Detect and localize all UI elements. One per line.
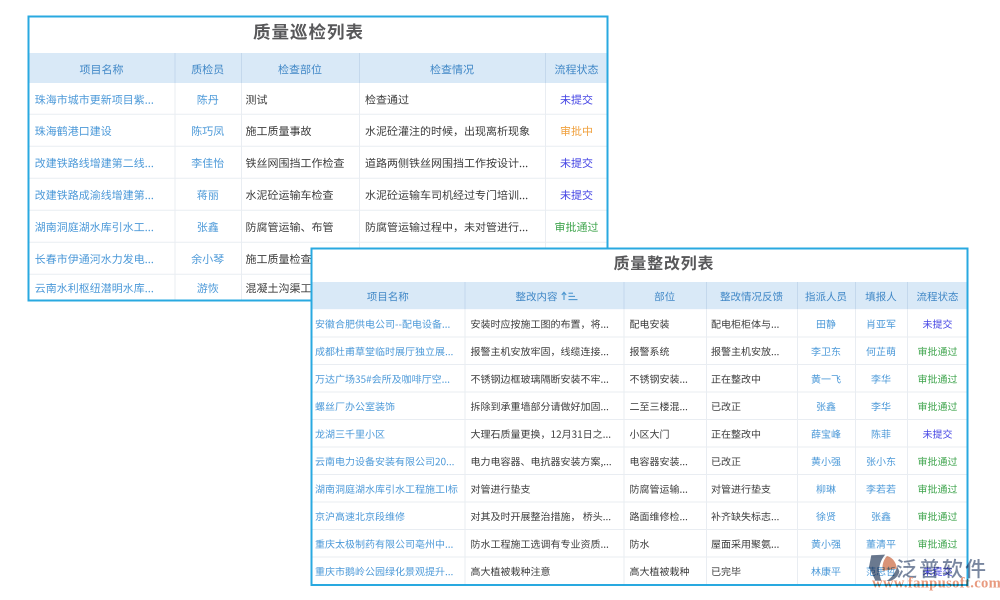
svg-text:www.fanpusoft.com: www.fanpusoft.com bbox=[872, 576, 1000, 592]
